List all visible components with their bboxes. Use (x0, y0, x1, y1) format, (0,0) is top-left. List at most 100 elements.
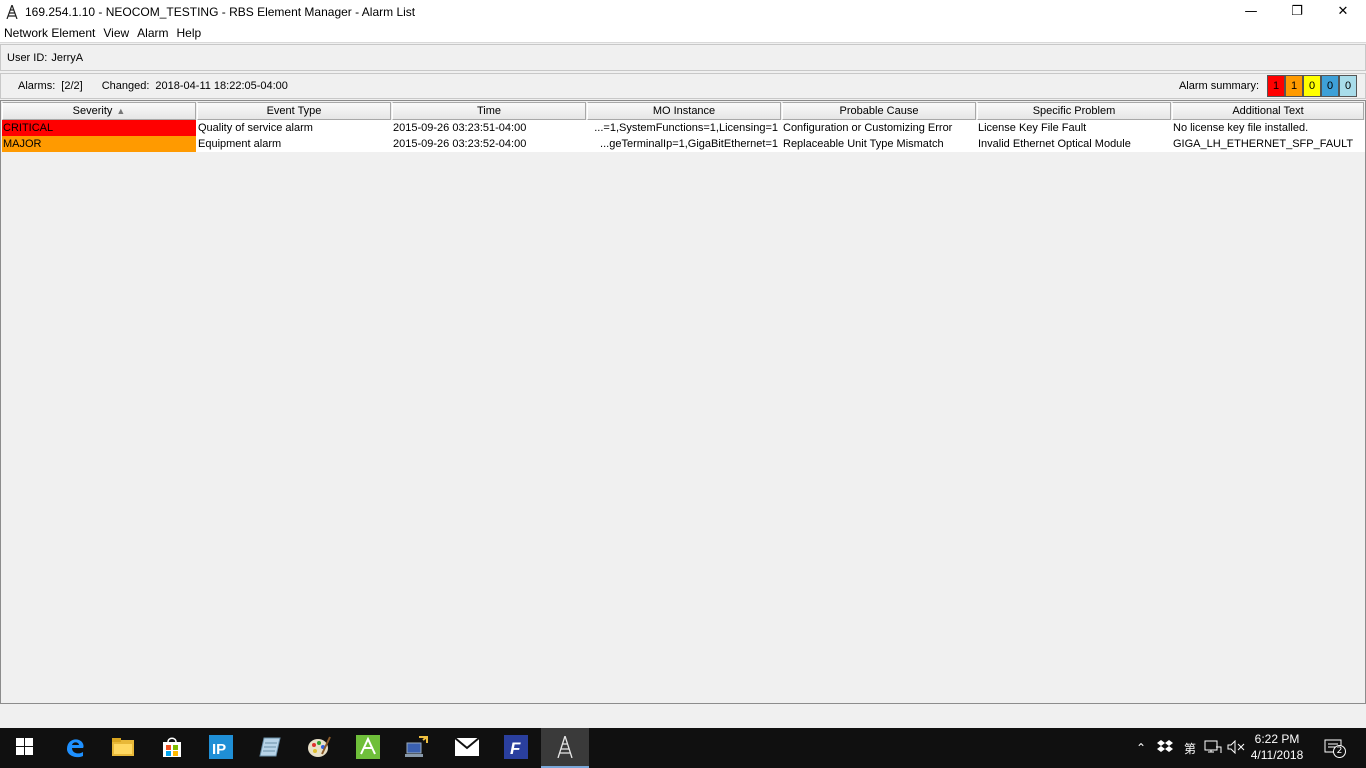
taskbar-ip-app[interactable]: IP (205, 732, 237, 764)
event-type-cell[interactable]: Quality of service alarm (197, 120, 391, 136)
windows-taskbar: IP F ⌃ 第 6:22 PM 4/11/2018 2 (0, 728, 1366, 768)
restore-button[interactable]: ❐ (1274, 0, 1320, 23)
severity-cell[interactable]: CRITICAL (2, 120, 196, 136)
mail-envelope-icon (454, 736, 480, 759)
svg-text:IP: IP (212, 741, 226, 758)
table-body: CRITICAL Quality of service alarm 2015-0… (2, 120, 1365, 152)
changed-value: 2018-04-11 18:22:05-04:00 (155, 80, 288, 92)
tray-dropbox[interactable] (1156, 728, 1174, 768)
menu-alarm[interactable]: Alarm (137, 26, 168, 40)
menu-bar: Network Element View Alarm Help (0, 23, 1366, 43)
column-header-time[interactable]: Time (392, 102, 586, 120)
windows-logo-icon (15, 738, 33, 758)
green-a-icon (356, 734, 380, 762)
taskbar-paint[interactable] (303, 732, 335, 764)
taskbar-mail[interactable] (451, 732, 483, 764)
taskbar-f-app[interactable]: F (500, 732, 532, 764)
alarm-summary-label: Alarm summary: (1178, 80, 1259, 92)
additional-text-cell[interactable]: No license key file installed. (1172, 120, 1364, 136)
menu-help[interactable]: Help (177, 26, 202, 40)
menu-network-element[interactable]: Network Element (4, 26, 95, 40)
column-header-label: Event Type (266, 105, 322, 117)
f-app-icon: F (504, 734, 528, 762)
column-header-label: Time (476, 105, 502, 117)
dropbox-icon (1157, 739, 1173, 757)
taskbar-file-explorer[interactable] (107, 732, 139, 764)
summary-indeterminate-value: 0 (1344, 80, 1352, 92)
specific-problem-cell[interactable]: Invalid Ethernet Optical Module (977, 136, 1171, 152)
probable-cause-cell[interactable]: Configuration or Customizing Error (782, 120, 976, 136)
summary-major-value: 1 (1290, 80, 1298, 92)
close-button[interactable]: ✕ (1320, 0, 1366, 23)
table-row[interactable]: CRITICAL Quality of service alarm 2015-0… (2, 120, 1365, 136)
column-header-label: Specific Problem (1032, 105, 1116, 117)
alarms-count: [2/2] (61, 80, 83, 92)
user-panel: User ID: JerryA (0, 44, 1366, 71)
status-bar (0, 705, 1366, 728)
user-id-label: User ID: (7, 51, 48, 64)
column-header-label: Severity (72, 105, 113, 117)
mo-instance-cell[interactable]: ...geTerminalIp=1,GigaBitEthernet=1 (587, 136, 781, 152)
notification-icon: 2 (1324, 739, 1346, 758)
action-center-button[interactable]: 2 (1320, 728, 1350, 768)
taskbar-store[interactable] (156, 732, 188, 764)
start-button[interactable] (8, 732, 40, 764)
tray-network[interactable] (1203, 728, 1223, 768)
taskbar-clock[interactable]: 6:22 PM 4/11/2018 (1246, 731, 1308, 763)
event-type-cell[interactable]: Equipment alarm (197, 136, 391, 152)
title-bar: 169.254.1.10 - NEOCOM_TESTING - RBS Elem… (0, 0, 1366, 23)
menu-view[interactable]: View (103, 26, 129, 40)
minimize-icon: — (1244, 4, 1258, 19)
changed-label: Changed: (101, 80, 150, 92)
restore-icon: ❐ (1291, 4, 1303, 19)
column-header-label: Probable Cause (839, 105, 919, 117)
network-icon (1204, 740, 1222, 757)
input-method-indicator: 第 (1183, 741, 1196, 756)
summary-critical-count: 1 (1267, 75, 1285, 97)
tray-volume-muted[interactable] (1226, 728, 1246, 768)
column-header-specific-problem[interactable]: Specific Problem (977, 102, 1171, 120)
show-hidden-icons-button[interactable]: ⌃ (1133, 728, 1149, 768)
column-header-probable-cause[interactable]: Probable Cause (782, 102, 976, 120)
column-header-additional-text[interactable]: Additional Text (1172, 102, 1364, 120)
notification-count-badge: 2 (1333, 745, 1346, 758)
taskbar-rbs-element-manager[interactable] (541, 728, 589, 768)
column-header-severity[interactable]: Severity ▲ (2, 102, 196, 120)
taskbar-green-app[interactable] (352, 732, 384, 764)
user-id-value: JerryA (51, 51, 84, 64)
mo-instance-cell[interactable]: ...=1,SystemFunctions=1,Licensing=1 (587, 120, 781, 136)
table-header: Severity ▲ Event Type Time MO Instance P… (2, 102, 1365, 120)
probable-cause-cell[interactable]: Replaceable Unit Type Mismatch (782, 136, 976, 152)
column-header-mo-instance[interactable]: MO Instance (587, 102, 781, 120)
folder-icon (112, 737, 134, 759)
column-header-label: MO Instance (652, 105, 716, 117)
network-computer-icon (405, 735, 429, 762)
paint-palette-icon (307, 736, 331, 761)
summary-minor-count: 0 (1303, 75, 1321, 97)
antenna-tower-icon (5, 4, 19, 19)
summary-critical-value: 1 (1272, 80, 1280, 92)
tray-input-method[interactable]: 第 (1180, 728, 1200, 768)
severity-cell[interactable]: MAJOR (2, 136, 196, 152)
close-icon: ✕ (1337, 4, 1349, 19)
additional-text-cell[interactable]: GIGA_LH_ETHERNET_SFP_FAULT (1172, 136, 1364, 152)
taskbar-notepad[interactable] (254, 732, 286, 764)
window-title: 169.254.1.10 - NEOCOM_TESTING - RBS Elem… (25, 4, 416, 19)
taskbar-network-app[interactable] (401, 732, 433, 764)
time-cell[interactable]: 2015-09-26 03:23:51-04:00 (392, 120, 586, 136)
time-cell[interactable]: 2015-09-26 03:23:52-04:00 (392, 136, 586, 152)
store-bag-icon (162, 737, 182, 760)
minimize-button[interactable]: — (1228, 0, 1274, 23)
sort-ascending-icon: ▲ (116, 106, 126, 116)
column-header-event-type[interactable]: Event Type (197, 102, 391, 120)
summary-indeterminate-count: 0 (1339, 75, 1357, 97)
specific-problem-cell[interactable]: License Key File Fault (977, 120, 1171, 136)
table-row[interactable]: MAJOR Equipment alarm 2015-09-26 03:23:5… (2, 136, 1365, 152)
summary-minor-value: 0 (1308, 80, 1316, 92)
clock-date: 4/11/2018 (1250, 748, 1304, 762)
alarm-status-panel: Alarms: [2/2] Changed: 2018-04-11 18:22:… (0, 73, 1366, 99)
svg-text:F: F (510, 739, 521, 758)
taskbar-edge[interactable] (59, 732, 91, 764)
edge-browser-icon (64, 736, 86, 761)
clock-time: 6:22 PM (1254, 732, 1300, 746)
